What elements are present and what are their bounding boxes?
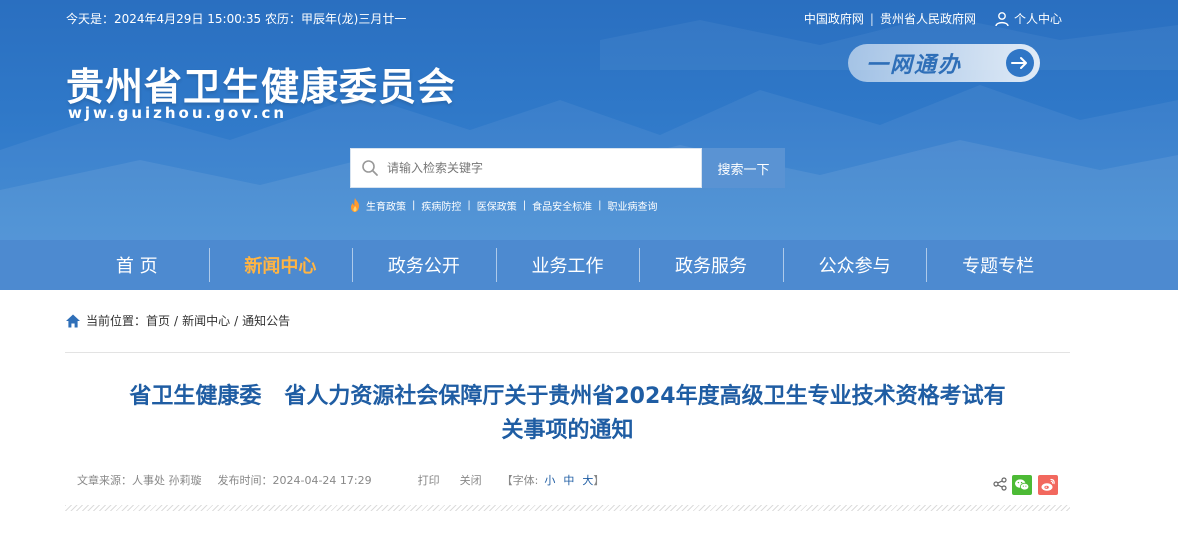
- breadcrumb: 当前位置： 首页 / 新闻中心 / 通知公告: [65, 312, 290, 329]
- one-stop-service-label: 一网通办: [866, 52, 963, 78]
- meta-spacer: [574, 472, 582, 488]
- share-icon[interactable]: [993, 477, 1007, 491]
- hotword-link[interactable]: 职业病查询: [608, 198, 658, 213]
- hotword-separator: |: [467, 199, 471, 211]
- nav-item-business-work[interactable]: 业务工作: [495, 240, 640, 290]
- hotword-link[interactable]: 医保政策: [477, 198, 517, 213]
- font-size-label: 【字体:: [501, 474, 539, 487]
- current-datetime: 今天是：2024年4月29日 15:00:35 农历：甲辰年(龙)三月廿一: [66, 12, 407, 26]
- user-center-link[interactable]: 个人中心: [994, 10, 1062, 27]
- breadcrumb-item-notices[interactable]: 通知公告: [242, 312, 290, 329]
- article-source: 文章来源：人事处 孙莉璇: [77, 474, 202, 487]
- article-publish-time: 发布时间：2024-04-24 17:29: [217, 474, 372, 487]
- nav-item-public-participation[interactable]: 公众参与: [782, 240, 927, 290]
- meta-spacer: [482, 472, 502, 488]
- hot-keywords: 生育政策 | 疾病防控 | 医保政策 | 食品安全标准 | 职业病查询: [348, 197, 658, 213]
- font-size-large[interactable]: 大: [582, 472, 593, 488]
- nav-item-government-affairs[interactable]: 政务公开: [352, 240, 496, 290]
- meta-spacer: [372, 472, 418, 488]
- article-title-line-2: 关事项的通知: [501, 418, 634, 443]
- search-icon: [362, 160, 378, 176]
- divider: [65, 352, 1070, 353]
- search-input[interactable]: [387, 153, 687, 183]
- user-center-label: 个人中心: [1013, 12, 1062, 26]
- article-meta: 文章来源：人事处 孙莉璇 发布时间：2024-04-24 17:29 打印 关闭…: [77, 472, 604, 488]
- link-guizhou-gov[interactable]: 贵州省人民政府网: [880, 10, 976, 27]
- user-icon: [995, 11, 1009, 26]
- breadcrumb-item-news-center[interactable]: 新闻中心: [182, 312, 230, 329]
- breadcrumb-separator: /: [234, 313, 239, 328]
- site-title[interactable]: 贵州省卫生健康委员会: [66, 56, 456, 111]
- nav-item-news-center[interactable]: 新闻中心: [208, 240, 353, 290]
- nav-item-government-services[interactable]: 政务服务: [639, 240, 783, 290]
- wechat-icon: [1015, 479, 1030, 491]
- meta-spacer: [202, 472, 218, 488]
- top-links: 中国政府网 | 贵州省人民政府网 个人中心: [804, 10, 1062, 27]
- meta-spacer: [440, 472, 460, 488]
- nav-item-home[interactable]: 首 页: [65, 240, 209, 290]
- search-button[interactable]: 搜索一下: [702, 148, 785, 188]
- breadcrumb-separator: /: [174, 313, 179, 328]
- main-nav: 首 页 新闻中心 政务公开 业务工作 政务服务 公众参与 专题专栏: [0, 240, 1178, 290]
- arrow-right-icon: [1006, 49, 1034, 77]
- hotword-link[interactable]: 疾病防控: [421, 198, 461, 213]
- nav-items: 首 页 新闻中心 政务公开 业务工作 政务服务 公众参与 专题专栏: [65, 240, 1070, 290]
- one-stop-service-button[interactable]: 一网通办: [848, 44, 1040, 82]
- site-header: 今天是：2024年4月29日 15:00:35 农历：甲辰年(龙)三月廿一 中国…: [0, 0, 1178, 240]
- font-size-small[interactable]: 小: [544, 472, 555, 488]
- print-link[interactable]: 打印: [418, 472, 440, 488]
- weibo-icon: [1041, 478, 1055, 491]
- nav-item-special-topics[interactable]: 专题专栏: [926, 240, 1070, 290]
- fire-icon: [351, 198, 359, 212]
- hatched-divider: [65, 505, 1070, 511]
- link-china-gov[interactable]: 中国政府网: [804, 10, 864, 27]
- home-icon: [66, 314, 80, 327]
- site-domain: wjw.guizhou.gov.cn: [68, 104, 288, 122]
- close-link[interactable]: 关闭: [460, 472, 482, 488]
- breadcrumb-prefix: 当前位置：: [86, 314, 147, 328]
- link-separator: |: [869, 11, 874, 26]
- article-title: 省卫生健康委 省人力资源社会保障厅关于贵州省2024年度高级卫生专业技术资格考试…: [65, 380, 1070, 448]
- hotword-link[interactable]: 食品安全标准: [532, 198, 592, 213]
- breadcrumb-item-home[interactable]: 首页: [146, 312, 170, 329]
- search-box: [350, 148, 702, 188]
- font-size-medium[interactable]: 中: [563, 472, 574, 488]
- wechat-share-button[interactable]: [1012, 475, 1032, 495]
- hotword-separator: |: [522, 199, 527, 211]
- article-title-line-1: 省卫生健康委 省人力资源社会保障厅关于贵州省2024年度高级卫生专业技术资格考试…: [129, 384, 1006, 409]
- weibo-share-button[interactable]: [1038, 475, 1058, 495]
- meta-spacer: [555, 472, 563, 488]
- font-size-end: 】: [593, 474, 605, 487]
- hotword-link[interactable]: 生育政策: [366, 198, 406, 213]
- hotword-separator: |: [412, 199, 416, 211]
- hotword-separator: |: [598, 199, 602, 211]
